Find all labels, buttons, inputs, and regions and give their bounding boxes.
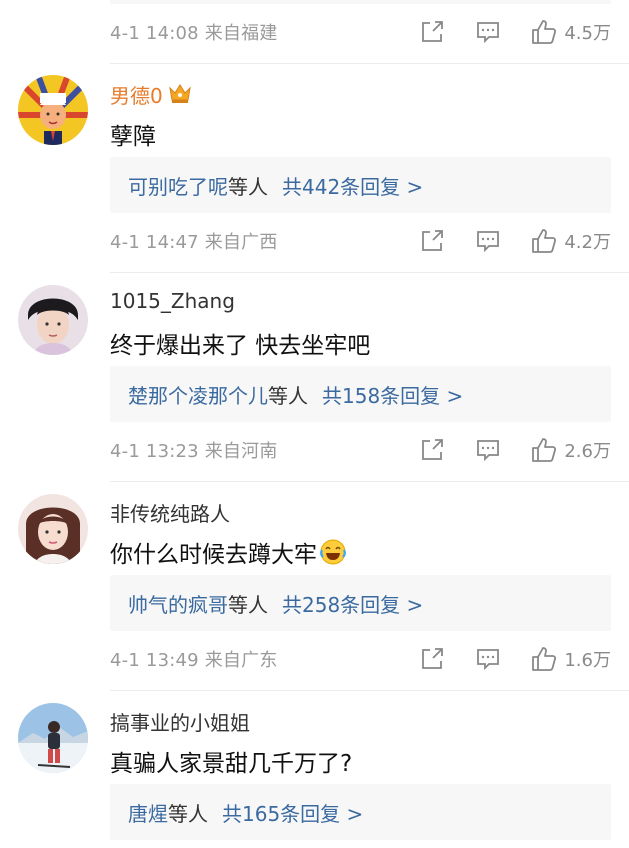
replier-name[interactable]: 可别吃了呢	[128, 171, 228, 200]
share-button[interactable]	[418, 18, 446, 46]
avatar-image	[18, 494, 88, 564]
comment-button[interactable]	[474, 18, 502, 46]
comment-time: 4-1 13:23 来自河南	[110, 441, 278, 462]
reply-summary[interactable]: 帅气的疯哥 等人 共258条回复 >	[110, 575, 611, 631]
like-button[interactable]: 4.5万	[530, 18, 611, 46]
divider	[110, 63, 629, 64]
username[interactable]: 男德0	[110, 80, 193, 110]
avatar[interactable]	[18, 494, 88, 564]
like-count: 1.6万	[564, 650, 611, 671]
comment-text: 终于爆出来了 快去坐牢吧	[110, 333, 371, 359]
reply-summary[interactable]: 楚那个凌那个儿 等人 共158条回复 >	[110, 366, 611, 422]
laugh-cry-emoji-icon	[319, 538, 347, 572]
like-count: 4.2万	[564, 232, 611, 253]
comment-button[interactable]	[474, 645, 502, 673]
share-button[interactable]	[418, 645, 446, 673]
avatar[interactable]	[18, 75, 88, 145]
share-icon	[422, 21, 444, 42]
comment-icon	[477, 440, 500, 462]
avatar-image	[18, 703, 88, 773]
username[interactable]: 非传统纯路人	[110, 498, 230, 527]
divider	[110, 272, 629, 273]
avatar[interactable]	[18, 703, 88, 773]
thumbs-up-icon	[532, 438, 557, 462]
share-icon	[422, 230, 444, 251]
share-button[interactable]	[418, 436, 446, 464]
like-button[interactable]: 1.6万	[530, 645, 611, 673]
username[interactable]: 搞事业的小姐姐	[110, 707, 250, 736]
previous-comment-meta: 4-1 14:08 来自福建 4.5万	[0, 0, 629, 64]
comment-text: 你什么时候去蹲大牢	[110, 535, 347, 572]
comment-icon	[477, 231, 500, 253]
share-icon	[422, 648, 444, 669]
reply-count-link[interactable]: 共442条回复 >	[282, 171, 423, 200]
meta-row: 4-1 13:23 来自河南 2.6万	[110, 436, 611, 464]
reply-etc-label: 等人	[268, 383, 308, 408]
like-count: 2.6万	[564, 441, 611, 462]
reply-count-link[interactable]: 共258条回复 >	[282, 589, 423, 618]
like-button[interactable]: 4.2万	[530, 227, 611, 255]
reply-summary[interactable]: 唐煋 等人 共165条回复 >	[110, 784, 611, 840]
comment-text: 真骗人家景甜几千万了?	[110, 751, 353, 777]
comment-text: 孽障	[110, 124, 156, 150]
avatar-image	[18, 75, 88, 145]
comment-time: 4-1 13:49 来自广东	[110, 650, 278, 671]
divider	[110, 690, 629, 691]
share-icon	[422, 439, 444, 460]
reply-summary[interactable]: 可别吃了呢 等人 共442条回复 >	[110, 157, 611, 213]
like-button[interactable]: 2.6万	[530, 436, 611, 464]
avatar[interactable]	[18, 285, 88, 355]
thumbs-up-icon	[532, 229, 557, 253]
replier-name[interactable]: 帅气的疯哥	[128, 589, 228, 618]
reply-etc-label: 等人	[228, 592, 268, 617]
reply-etc-label: 等人	[168, 801, 208, 826]
comment-icon	[477, 649, 500, 671]
meta-row: 4-1 13:49 来自广东 1.6万	[110, 645, 611, 673]
comment-button[interactable]	[474, 436, 502, 464]
reply-etc-label: 等人	[228, 174, 268, 199]
meta-row: 4-1 14:47 来自广西 4.2万	[110, 227, 611, 255]
thumbs-up-icon	[532, 647, 557, 671]
share-button[interactable]	[418, 227, 446, 255]
replier-name[interactable]: 唐煋	[128, 798, 168, 827]
comment-button[interactable]	[474, 227, 502, 255]
reply-count-link[interactable]: 共165条回复 >	[222, 798, 363, 827]
like-count: 4.5万	[564, 23, 611, 44]
comment-icon	[477, 22, 500, 44]
avatar-image	[18, 285, 88, 355]
username[interactable]: 1015_Zhang	[110, 289, 235, 313]
reply-count-link[interactable]: 共158条回复 >	[322, 380, 463, 409]
comment-time: 4-1 14:08 来自福建	[110, 23, 278, 44]
crown-badge-icon	[167, 81, 193, 110]
thumbs-up-icon	[532, 20, 557, 44]
meta-row: 4-1 14:08 来自福建 4.5万	[110, 18, 611, 46]
replier-name[interactable]: 楚那个凌那个儿	[128, 380, 268, 409]
previous-reply-box-edge	[110, 0, 611, 4]
comment-time: 4-1 14:47 来自广西	[110, 232, 278, 253]
divider	[110, 481, 629, 482]
